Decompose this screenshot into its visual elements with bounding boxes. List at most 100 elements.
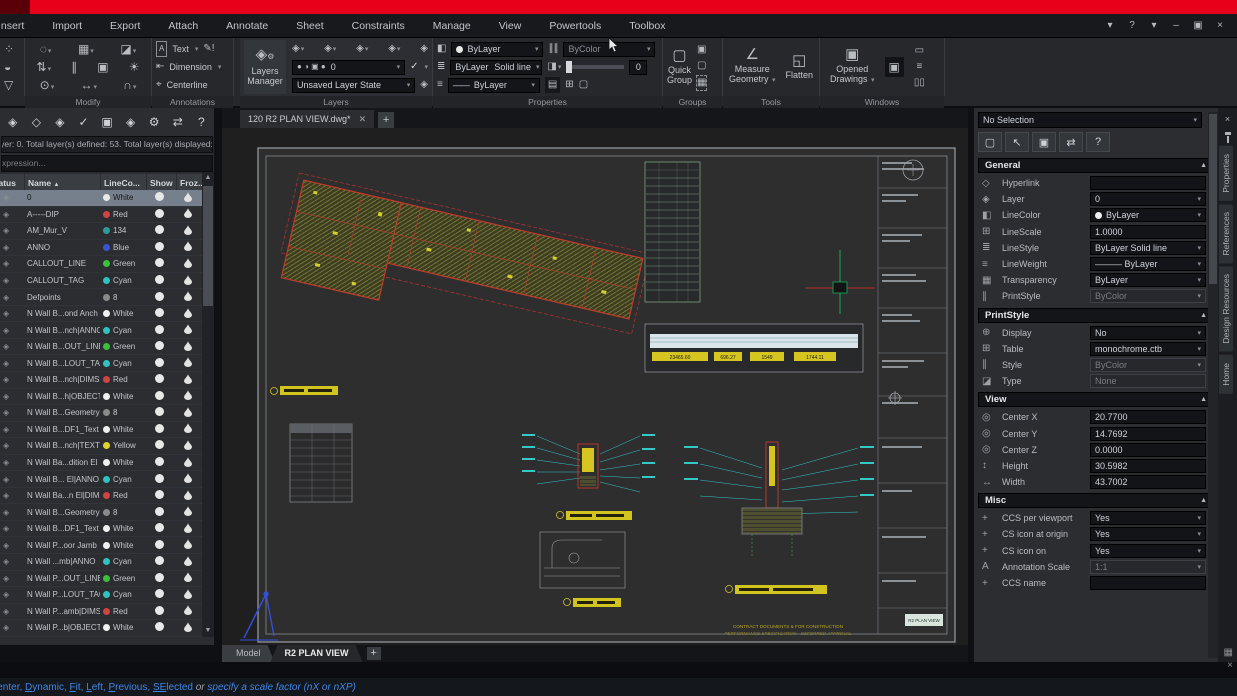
layer-row[interactable]: ◈N Wall B...OUT_LINEGreen <box>0 339 202 356</box>
fields-icon[interactable]: ▢ <box>579 78 588 92</box>
property-value[interactable]: 30.5982 <box>1090 459 1206 473</box>
layer-isolate-icon[interactable]: ◈▾ <box>292 42 304 56</box>
layer-frozen-toggle[interactable] <box>176 357 202 369</box>
transparency-icon[interactable]: ◨▾ <box>547 60 561 74</box>
menu-sheet[interactable]: Sheet <box>282 14 337 38</box>
scroll-up-arrow[interactable]: ▲ <box>202 172 214 184</box>
property-value[interactable]: Yes▾ <box>1090 511 1206 525</box>
measure-geometry-button[interactable]: ∠ Measure Geometry ▾ <box>729 48 776 86</box>
tile-vertical-icon[interactable]: ▯▯ <box>914 76 925 90</box>
layer-add-icon[interactable]: ◈ <box>2 111 24 133</box>
layer-row[interactable]: ◈N Wall Ba...n El|DIMSRed <box>0 488 202 505</box>
cmd-option-left[interactable]: Left <box>86 682 103 693</box>
layer-row[interactable]: ◈ANNOBlue <box>0 240 202 257</box>
layer-frozen-toggle[interactable] <box>176 208 202 220</box>
layer-show-toggle[interactable] <box>146 407 176 418</box>
scroll-down-arrow[interactable]: ▼ <box>202 625 214 637</box>
layer-frozen-toggle[interactable] <box>176 275 202 287</box>
layer-row[interactable]: ◈0White <box>0 190 202 207</box>
layer-frozen-toggle[interactable] <box>176 589 202 601</box>
layer-search-icon[interactable]: ◈ <box>120 111 142 133</box>
layer-show-toggle[interactable] <box>146 242 176 253</box>
layer-show-toggle[interactable] <box>146 258 176 269</box>
layer-color[interactable]: Green <box>100 342 146 351</box>
layer-row[interactable]: ◈N Wall P...amb|DIMSRed <box>0 604 202 621</box>
layer-row[interactable]: ◈N Wall B...ond AnchWhite <box>0 306 202 323</box>
layer-show-toggle[interactable] <box>146 556 176 567</box>
select-entities-icon[interactable]: ▢ <box>978 132 1002 152</box>
cmd-option-selected[interactable]: SElected <box>153 682 193 693</box>
layer-color[interactable]: Blue <box>100 243 146 252</box>
layer-row[interactable]: ◈N Wall B... El|ANNOCyan <box>0 471 202 488</box>
layer-frozen-toggle[interactable] <box>176 225 202 237</box>
menu-toolbox[interactable]: Toolbox <box>615 14 679 38</box>
layer-frozen-toggle[interactable] <box>176 341 202 353</box>
dimension-button[interactable]: Dimension <box>169 62 212 72</box>
layer-off-icon[interactable]: ◈▾ <box>324 42 336 56</box>
dropdown-icon[interactable]: ▾ <box>1145 17 1163 35</box>
pick-cursor-icon[interactable]: ↖ <box>1005 132 1029 152</box>
tab-r2-plan-view[interactable]: R2 PLAN VIEW <box>271 645 363 662</box>
layer-frozen-toggle[interactable] <box>176 473 202 485</box>
layer-row[interactable]: ◈N Wall Ba...dition ElWhite <box>0 455 202 472</box>
layer-row[interactable]: ◈N Wall B...DF1_TextWhite <box>0 422 202 439</box>
layer-color[interactable]: 8 <box>100 293 146 302</box>
layer-frozen-toggle[interactable] <box>176 457 202 469</box>
layer-show-toggle[interactable] <box>146 275 176 286</box>
layer-show-toggle[interactable] <box>146 374 176 385</box>
layer-lock-icon[interactable]: ◈▾ <box>356 42 368 56</box>
quick-properties-icon[interactable]: ⊞ <box>565 78 573 92</box>
new-layout-button[interactable]: + <box>367 647 381 660</box>
layer-walk-icon[interactable]: ◈▾ <box>388 42 400 56</box>
layer-color[interactable]: Yellow <box>100 441 146 450</box>
close-panel-icon[interactable]: × <box>1225 114 1230 124</box>
property-value[interactable]: 43.7002 <box>1090 475 1206 489</box>
layer-row[interactable]: ◈N Wall B...nch|TEXTYellow <box>0 438 202 455</box>
layer-frozen-toggle[interactable] <box>176 407 202 419</box>
layer-row[interactable]: ◈N Wall B...LOUT_TAGCyan <box>0 355 202 372</box>
layer-color[interactable]: White <box>100 309 146 318</box>
property-value[interactable]: 14.7692 <box>1090 427 1206 441</box>
layer-row[interactable]: ◈N Wall B...nch|ANNOCyan <box>0 322 202 339</box>
property-value[interactable]: Yes▾ <box>1090 544 1206 558</box>
quick-select-icon[interactable]: ▣ <box>1032 132 1056 152</box>
centerline-button[interactable]: Centerline <box>167 80 208 90</box>
close-icon[interactable]: × <box>1211 17 1229 35</box>
polyline-edit-icon[interactable]: ◌▾ <box>40 42 52 56</box>
layer-show-toggle[interactable] <box>146 573 176 584</box>
layers-manager-button[interactable]: ◈⚙ Layers Manager <box>244 40 286 94</box>
drawing-canvas[interactable]: R2 PLAN VIEW <box>222 128 968 645</box>
layer-color[interactable]: White <box>100 458 146 467</box>
array-icon[interactable]: ▦▾ <box>78 42 94 56</box>
layer-frozen-toggle[interactable] <box>176 572 202 584</box>
lineweight-combobox[interactable]: ——ByLayer▾ <box>448 78 540 93</box>
layer-frozen-toggle[interactable] <box>176 490 202 502</box>
layer-show-toggle[interactable] <box>146 209 176 220</box>
layer-show-toggle[interactable] <box>146 457 176 468</box>
property-value[interactable]: 20.7700 <box>1090 410 1206 424</box>
match-properties-icon[interactable]: ⇄ <box>1059 132 1083 152</box>
menu-view[interactable]: View <box>485 14 536 38</box>
layer-frozen-toggle[interactable] <box>176 390 202 402</box>
pen-alert-icon[interactable]: ✎! <box>203 42 214 56</box>
tab-model[interactable]: Model <box>222 645 275 662</box>
cmd-option-center[interactable]: Center <box>0 682 19 693</box>
layer-color[interactable]: White <box>100 524 146 533</box>
layer-show-toggle[interactable] <box>146 225 176 236</box>
arc-icon[interactable]: ∩▾ <box>123 78 136 92</box>
switch-window-icon[interactable]: ▣ <box>885 57 904 77</box>
help-icon[interactable]: ? <box>191 111 213 133</box>
layer-frozen-toggle[interactable] <box>176 523 202 535</box>
restore-icon[interactable]: ▣ <box>1189 17 1207 35</box>
tile-horizontal-icon[interactable]: ≡ <box>916 60 922 74</box>
slider-handle[interactable] <box>566 61 572 73</box>
property-value[interactable]: monochrome.ctb▾ <box>1090 342 1206 356</box>
layer-show-toggle[interactable] <box>146 308 176 319</box>
layer-color[interactable]: Green <box>100 574 146 583</box>
layer-color[interactable]: White <box>100 623 146 632</box>
layer-row[interactable]: ◈N Wall B...nch|DIMSRed <box>0 372 202 389</box>
layer-color[interactable]: Red <box>100 491 146 500</box>
menu-powertools[interactable]: Powertools <box>535 14 615 38</box>
layer-color[interactable]: Red <box>100 375 146 384</box>
apply-check-icon[interactable]: ✓ <box>73 111 95 133</box>
